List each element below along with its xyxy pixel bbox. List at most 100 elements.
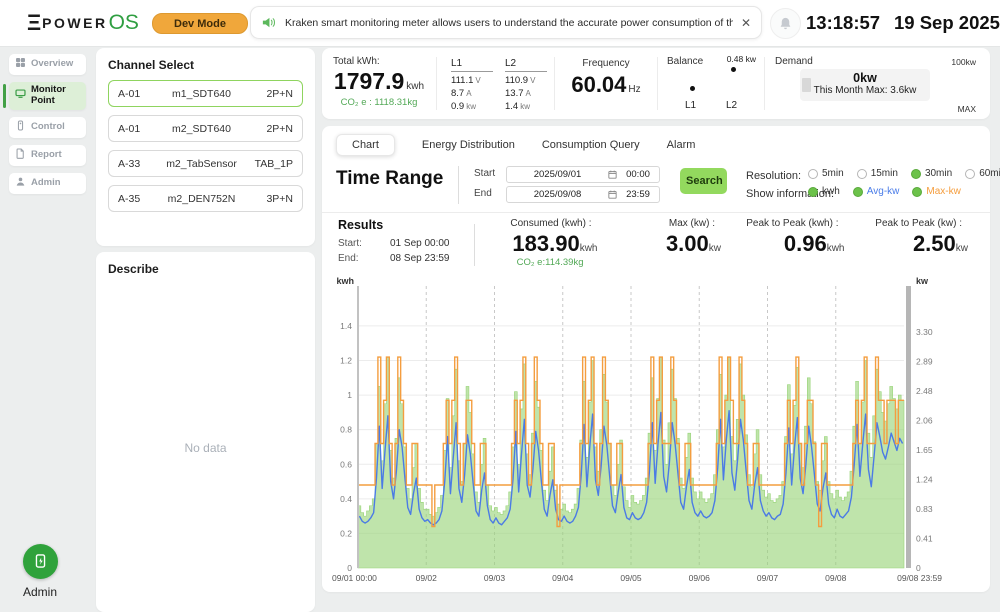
result-stat-value: 3.00kw [612, 231, 722, 257]
phase-l1-voltage: 111.1V [451, 75, 493, 88]
result-stat-label: Peak to Peak (kw) : [859, 218, 969, 229]
results-end-label: End: [338, 253, 359, 264]
tab-alarm[interactable]: Alarm [667, 135, 696, 155]
svg-text:3.30: 3.30 [916, 327, 933, 337]
app-root: Ξ POWER OS Dev Mode Kraken smart monitor… [0, 0, 1000, 612]
balance-stat: Balance 0.48 kw L1 L2 [658, 48, 764, 119]
meter-bolt-icon [32, 553, 49, 570]
chart-zoom-scrollbar[interactable] [906, 286, 911, 568]
option-5min[interactable]: 5min [808, 168, 844, 179]
banner-close-icon[interactable]: ✕ [741, 16, 751, 30]
frequency-label: Frequency [555, 58, 657, 69]
svg-text:0: 0 [347, 563, 352, 573]
channel-row-a-01-m2_sdt640[interactable]: A-01m2_SDT6402P+N [108, 115, 303, 142]
svg-text:09/05: 09/05 [620, 573, 642, 583]
svg-text:09/07: 09/07 [757, 573, 779, 583]
balance-l1-label: L1 [685, 100, 696, 111]
option-label: Max-kw [926, 186, 960, 197]
svg-text:09/04: 09/04 [552, 573, 574, 583]
svg-text:kw: kw [916, 276, 929, 286]
end-datetime-input[interactable]: 2025/09/08 23:59 [506, 186, 660, 203]
notification-bell-button[interactable] [770, 8, 801, 39]
channel-name: m1_SDT640 [162, 88, 241, 100]
tab-chart[interactable]: Chart [336, 134, 395, 156]
svg-text:09/01 00:00: 09/01 00:00 [332, 573, 377, 583]
svg-text:0: 0 [916, 563, 921, 573]
option-label: 15min [871, 168, 898, 179]
results-start-value: 01 Sep 00:00 [390, 238, 450, 249]
option-max-kw[interactable]: Max-kw [912, 186, 960, 197]
tab-bar: Chart Energy Distribution Consumption Quer… [336, 134, 695, 156]
total-kwh-label: Total kWh: [333, 56, 380, 67]
brand-logo-os: OS [109, 11, 139, 35]
svg-text:09/08: 09/08 [825, 573, 847, 583]
sidebar-item-monitor-point[interactable]: Monitor Point [9, 82, 86, 110]
demand-gauge-handle [802, 78, 811, 92]
sidebar-item-overview[interactable]: Overview [9, 54, 86, 75]
monitor-icon [15, 88, 26, 103]
channel-code: A-01 [109, 88, 162, 100]
results-end-row: End: 08 Sep 23:59 [338, 253, 359, 264]
brand-logo: Ξ POWER OS [27, 0, 139, 46]
dev-mode-badge[interactable]: Dev Mode [152, 13, 248, 34]
result-stat-label: Consumed (kwh) : [488, 218, 598, 229]
channel-type: 3P+N [241, 193, 302, 205]
show-information-options: kwh Avg-kw Max-kw [808, 186, 961, 197]
option-kwh[interactable]: kwh [808, 186, 840, 197]
consumption-chart[interactable]: 00.20.40.60.811.21.400.410.831.241.652.0… [324, 272, 988, 590]
start-time-value[interactable]: 00:00 [617, 169, 659, 180]
channel-name: m2_SDT640 [162, 123, 241, 135]
user-label: Admin [0, 585, 80, 599]
sidebar-item-label: Overview [31, 59, 73, 70]
svg-text:kwh: kwh [336, 276, 354, 286]
phase-stats: L1 111.1V 8.7A 0.9kw L2 110.9V 13.7A 1.4… [437, 48, 554, 119]
total-kwh-number: 1797.9 [334, 68, 404, 94]
start-date-value[interactable]: 2025/09/01 [507, 169, 608, 180]
result-stat-max-kw: Max (kw) :3.00kw [612, 218, 736, 268]
channel-type: 2P+N [241, 123, 302, 135]
svg-text:2.06: 2.06 [916, 416, 933, 426]
option-15min[interactable]: 15min [857, 168, 898, 179]
svg-text:09/08 23:59: 09/08 23:59 [897, 573, 942, 583]
grid-icon [15, 57, 26, 72]
admin-icon [15, 176, 26, 191]
channel-row-a-01-m1_sdt640[interactable]: A-01m1_SDT6402P+N [108, 80, 303, 107]
sidebar-item-label: Admin [31, 178, 61, 189]
user-avatar-button[interactable] [23, 544, 58, 579]
sidebar-item-admin[interactable]: Admin [9, 173, 86, 194]
sidebar-item-report[interactable]: Report [9, 145, 86, 166]
result-stat-peak-to-peak-kwh: Peak to Peak (kwh) :0.96kwh [735, 218, 859, 268]
svg-text:0.41: 0.41 [916, 534, 933, 544]
svg-text:09/02: 09/02 [416, 573, 438, 583]
resolution-options: 5min 15min 30min 60min [808, 168, 1000, 179]
channel-name: m2_DEN752N [162, 193, 241, 205]
end-time-value[interactable]: 23:59 [617, 189, 659, 200]
sidebar-item-control[interactable]: Control [9, 117, 86, 138]
svg-text:2.48: 2.48 [916, 386, 933, 396]
demand-label: Demand [775, 56, 813, 67]
total-kwh-unit: kwh [406, 81, 424, 92]
tab-consumption-query[interactable]: Consumption Query [542, 135, 640, 155]
channel-row-a-33-m2_tabsensor[interactable]: A-33m2_TabSensorTAB_1P [108, 150, 303, 177]
results-divider [474, 224, 475, 266]
option-60min[interactable]: 60min [965, 168, 1000, 179]
main-card: Chart Energy Distribution Consumption Quer… [322, 126, 990, 592]
channel-list: A-01m1_SDT6402P+NA-01m2_SDT6402P+NA-33m2… [108, 80, 303, 212]
svg-text:2.89: 2.89 [916, 357, 933, 367]
search-button[interactable]: Search [680, 168, 727, 194]
start-datetime-input[interactable]: 2025/09/01 00:00 [506, 166, 660, 183]
balance-l1-dot [690, 86, 695, 91]
svg-text:1.24: 1.24 [916, 475, 933, 485]
option-label: 60min [979, 168, 1000, 179]
end-date-value[interactable]: 2025/09/08 [507, 189, 608, 200]
sidebar-item-label: Report [31, 150, 62, 161]
brand-logo-power: POWER [42, 15, 107, 31]
option-30min[interactable]: 30min [911, 168, 952, 179]
sidebar-user: Admin [0, 544, 80, 599]
option-avg-kw[interactable]: Avg-kw [853, 186, 900, 197]
chart-canvas: 00.20.40.60.811.21.400.410.831.241.652.0… [324, 272, 988, 590]
tab-energy-distribution[interactable]: Energy Distribution [422, 135, 515, 155]
demand-gauge[interactable]: 0kw This Month Max: 3.6kw [800, 69, 930, 101]
balance-value: 0.48 kw [727, 54, 756, 64]
channel-row-a-35-m2_den752n[interactable]: A-35m2_DEN752N3P+N [108, 185, 303, 212]
